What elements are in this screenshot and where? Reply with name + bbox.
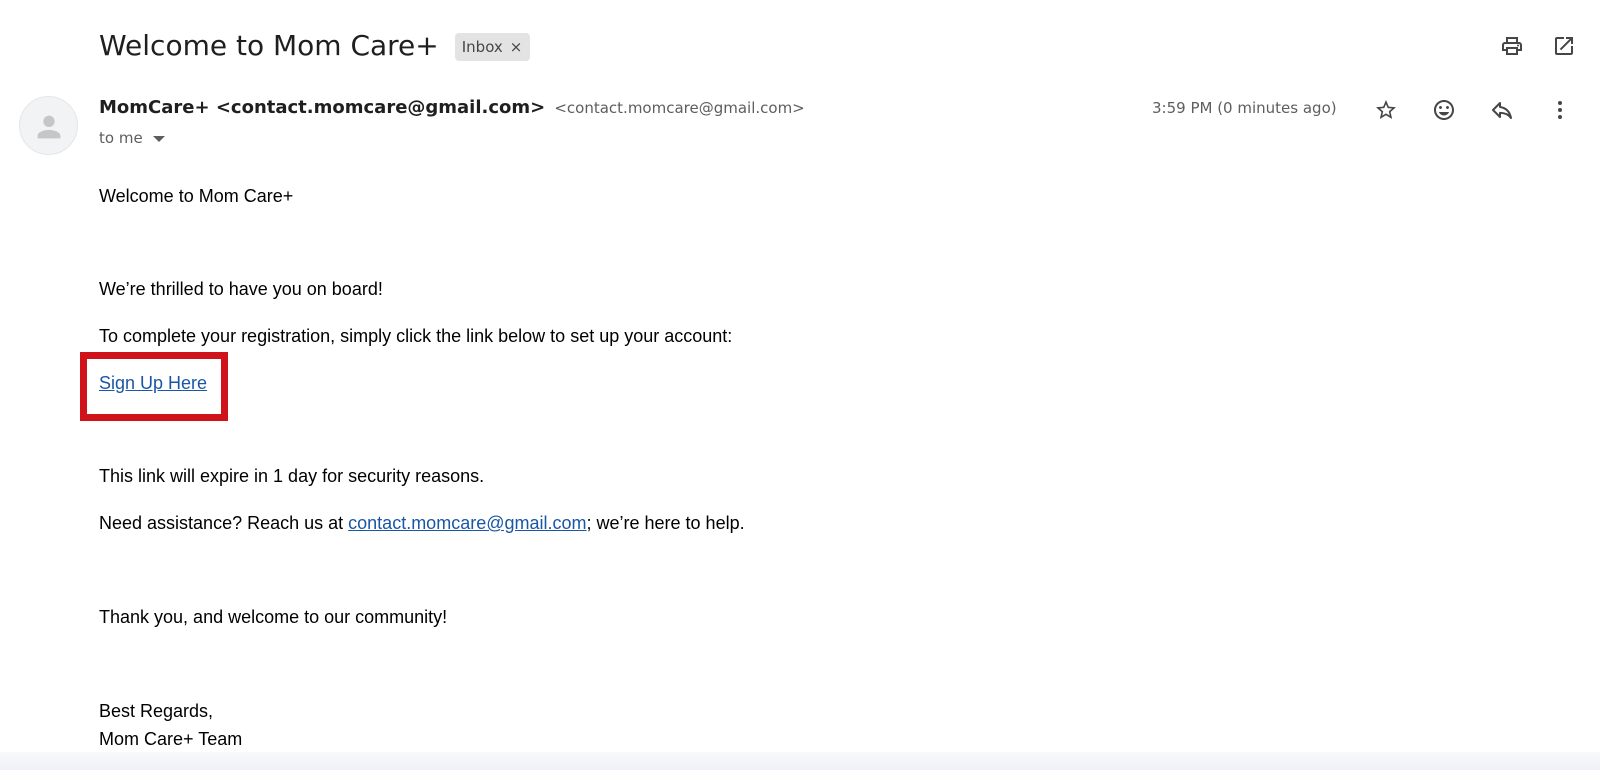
sender-line: MomCare+ <contact.momcare@gmail.com> <co…	[99, 97, 805, 118]
show-details-icon[interactable]	[152, 136, 165, 142]
body-expiry: This link will expire in 1 day for secur…	[99, 466, 485, 486]
recipient-text: to me	[99, 129, 143, 147]
timestamp: 3:59 PM (0 minutes ago)	[1152, 99, 1337, 117]
sender-email: <contact.momcare@gmail.com>	[554, 99, 805, 117]
inbox-label-chip[interactable]: Inbox ×	[454, 33, 531, 61]
body-thanks: Thank you, and welcome to our community!	[99, 607, 448, 627]
email-view: Welcome to Mom Care+ Inbox × MomCare+ <c…	[0, 0, 1600, 770]
open-in-new-icon[interactable]	[1548, 30, 1580, 62]
emoji-icon[interactable]	[1428, 94, 1460, 126]
assist-prefix: Need assistance? Reach us at	[99, 513, 349, 533]
reply-icon[interactable]	[1486, 94, 1518, 126]
body-greeting: Welcome to Mom Care+	[99, 186, 294, 206]
print-icon[interactable]	[1496, 30, 1528, 62]
body-thrilled: We’re thrilled to have you on board!	[99, 279, 383, 299]
email-subject: Welcome to Mom Care+	[99, 29, 439, 62]
contact-email-link[interactable]: contact.momcare@gmail.com	[348, 513, 586, 533]
message-actions	[1370, 94, 1576, 126]
body-closing: Best Regards,	[99, 701, 214, 721]
subject-row: Welcome to Mom Care+ Inbox ×	[99, 26, 531, 66]
recipient-line: to me	[99, 129, 165, 147]
thread-actions	[1496, 30, 1580, 62]
remove-label-icon[interactable]: ×	[510, 38, 523, 56]
assist-suffix: ; we’re here to help.	[586, 513, 745, 533]
body-assistance: Need assistance? Reach us at contact.mom…	[99, 513, 745, 534]
body-signature: Mom Care+ Team	[99, 729, 243, 749]
person-icon	[37, 115, 60, 138]
star-icon[interactable]	[1370, 94, 1402, 126]
sign-up-link[interactable]: Sign Up Here	[99, 373, 207, 394]
body-instructions: To complete your registration, simply cl…	[99, 326, 733, 346]
sender-avatar[interactable]	[19, 96, 78, 155]
label-text: Inbox	[461, 38, 503, 56]
bottom-strip	[0, 752, 1600, 770]
more-vert-icon[interactable]	[1544, 94, 1576, 126]
sender-name[interactable]: MomCare+ <contact.momcare@gmail.com>	[99, 97, 545, 118]
